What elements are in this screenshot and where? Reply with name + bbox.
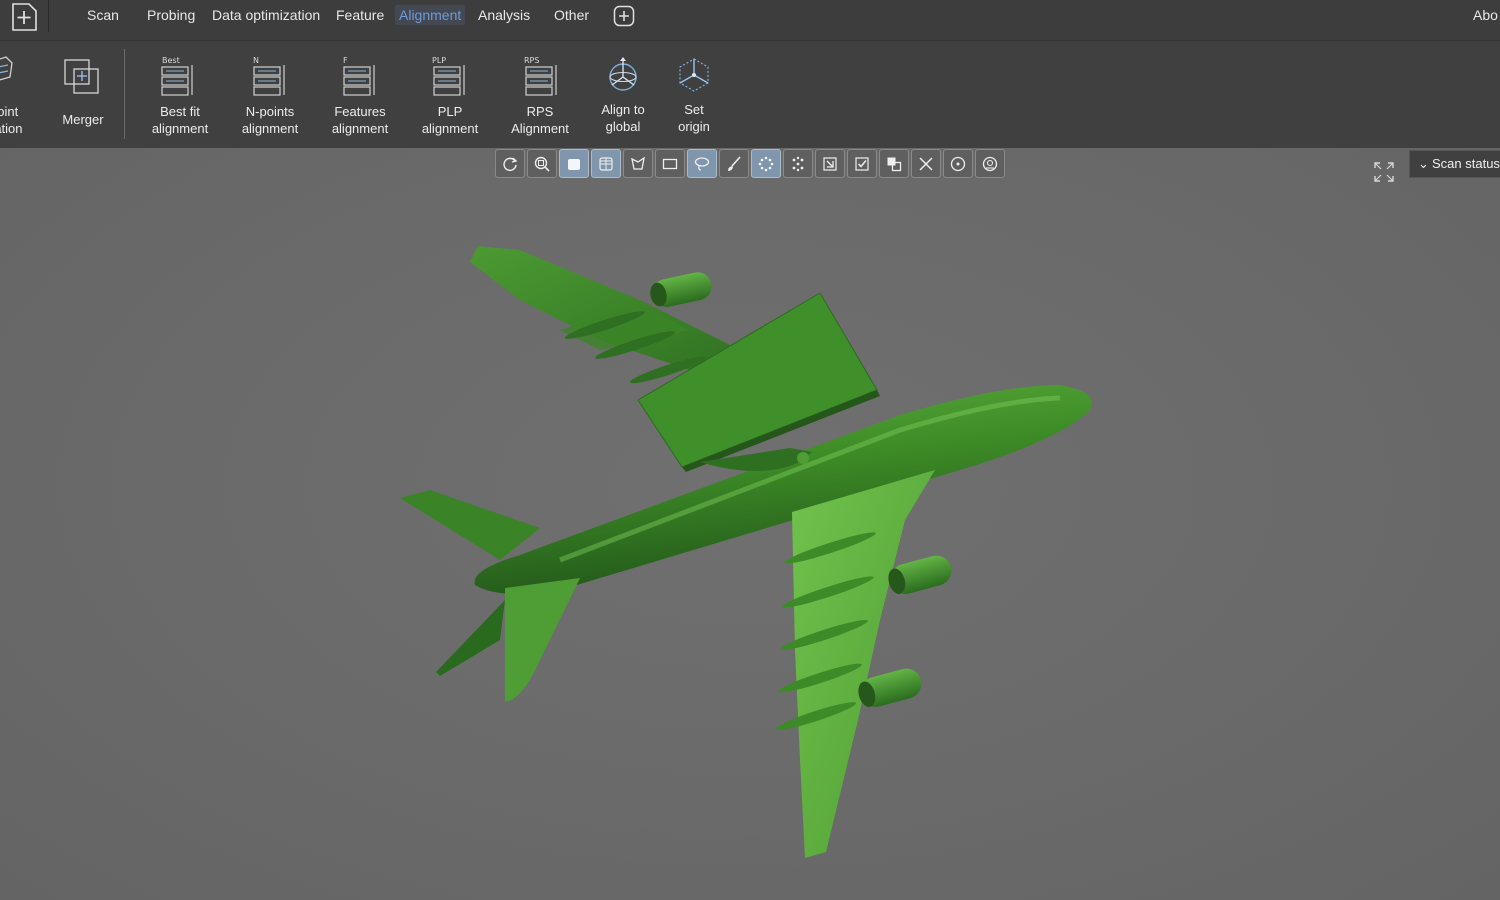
best-fit-alignment-icon: Best <box>161 56 193 96</box>
menu-bar: Scan Probing Data optimization Feature A… <box>0 0 1500 40</box>
new-document-icon <box>12 3 37 31</box>
solid-shading-icon <box>568 158 580 170</box>
rps-alignment-tool[interactable]: RPS RPS Alignment <box>504 41 576 149</box>
polygon-select-button[interactable] <box>623 149 653 178</box>
rectangle-select-icon <box>662 158 678 169</box>
brush-select-button[interactable] <box>719 149 749 178</box>
view-toolbar <box>495 149 1007 180</box>
menu-data-optimization[interactable]: Data optimization <box>210 7 322 23</box>
brush-select-icon <box>728 155 741 171</box>
menu-other[interactable]: Other <box>552 7 591 23</box>
svg-text:PLP: PLP <box>432 56 446 65</box>
tool-label: alignment <box>151 121 209 136</box>
best-fit-alignment-tool[interactable]: Best Best fit alignment <box>144 41 216 149</box>
rectangle-select-button[interactable] <box>655 149 685 178</box>
set-origin-tool[interactable]: Set origin <box>664 41 724 149</box>
antenna-bump <box>797 452 809 464</box>
target-icon <box>982 156 998 171</box>
menu-about[interactable]: Abo <box>1473 7 1498 23</box>
left-stabilizer <box>400 490 540 560</box>
tool-label: Alignment <box>511 121 569 136</box>
center-icon <box>950 156 966 171</box>
tool-label: ration <box>0 121 23 136</box>
svg-text:Best: Best <box>162 56 180 65</box>
clone-icon <box>887 157 902 171</box>
polygon-select-icon <box>631 156 645 170</box>
add-tab-icon[interactable] <box>613 5 635 27</box>
zoom-fit-icon <box>534 156 550 172</box>
ribbon-toolbar: point ration Merger Best Best fit alignm… <box>0 40 1500 149</box>
delete-button[interactable] <box>911 149 941 178</box>
wireframe-icon <box>599 156 613 171</box>
airplane-scan-model[interactable] <box>0 148 1500 900</box>
tool-label: N-points <box>245 104 295 119</box>
plp-alignment-tool[interactable]: PLP PLP alignment <box>414 41 486 149</box>
select-through-button[interactable] <box>815 149 845 178</box>
svg-text:N: N <box>253 56 259 65</box>
tool-label: RPS <box>526 104 554 119</box>
features-alignment-tool[interactable]: F Features alignment <box>324 41 396 149</box>
tool-label: origin <box>678 119 710 134</box>
tool-label: alignment <box>241 121 299 136</box>
tool-label: alignment <box>331 121 389 136</box>
delete-icon <box>919 156 933 171</box>
clone-button[interactable] <box>879 149 909 178</box>
lasso-select-button[interactable] <box>687 149 717 178</box>
tool-label: global <box>605 119 641 134</box>
new-document-button[interactable] <box>0 0 49 32</box>
merger-tool[interactable]: Merger <box>52 41 114 149</box>
plp-alignment-icon: PLP <box>432 56 465 96</box>
align-to-global-tool[interactable]: Align to global <box>592 41 654 149</box>
menu-analysis[interactable]: Analysis <box>476 7 532 23</box>
n-points-alignment-tool[interactable]: N N-points alignment <box>234 41 306 149</box>
n-points-alignment-icon: N <box>253 56 285 96</box>
center-button[interactable] <box>943 149 973 178</box>
confirm-button[interactable] <box>847 149 877 178</box>
wireframe-button[interactable] <box>591 149 621 178</box>
ribbon-divider <box>124 49 125 139</box>
tool-label: PLP <box>437 104 463 119</box>
select-through-icon <box>823 156 837 171</box>
tool-label: point <box>0 104 19 119</box>
svg-text:RPS: RPS <box>524 56 539 65</box>
tool-label: Align to <box>601 102 645 117</box>
lasso-select-icon <box>694 156 710 171</box>
left-engine <box>650 272 712 307</box>
lower-stabilizer <box>505 578 580 702</box>
tool-label: Best fit <box>160 104 200 119</box>
grid-points-button[interactable] <box>783 149 813 178</box>
right-inner-engine <box>888 555 952 594</box>
menu-alignment[interactable]: Alignment <box>395 5 466 25</box>
chevron-down-icon: ⌄ <box>1418 156 1429 171</box>
right-wing <box>792 470 935 858</box>
menu-probing[interactable]: Probing <box>145 7 197 23</box>
tool-label: Merger <box>62 112 104 127</box>
scan-status-panel[interactable]: ⌄ Scan status <box>1409 150 1500 178</box>
point-registration-tool[interactable]: point ration <box>0 41 40 149</box>
features-alignment-icon: F <box>343 56 375 96</box>
menu-scan[interactable]: Scan <box>85 7 121 23</box>
tool-label: Features <box>334 104 386 119</box>
point-select-icon <box>758 156 774 171</box>
zoom-fit-button[interactable] <box>527 149 557 178</box>
menu-feature[interactable]: Feature <box>334 7 386 23</box>
svg-text:F: F <box>343 56 348 65</box>
rotate-button[interactable] <box>495 149 525 178</box>
point-select-button[interactable] <box>751 149 781 178</box>
grid-points-icon <box>792 156 804 171</box>
target-button[interactable] <box>975 149 1005 178</box>
vertical-fin <box>436 600 505 676</box>
tool-label: Set <box>684 102 704 117</box>
solid-shading-button[interactable] <box>559 149 589 178</box>
merger-icon <box>64 59 99 94</box>
scan-status-label: Scan status <box>1432 156 1500 171</box>
confirm-icon <box>855 156 869 171</box>
tool-label: alignment <box>421 121 479 136</box>
align-to-global-icon <box>609 57 637 91</box>
fullscreen-icon[interactable] <box>1372 160 1396 184</box>
set-origin-icon <box>679 58 709 92</box>
rotate-icon <box>503 157 518 171</box>
rps-alignment-icon: RPS <box>524 56 557 96</box>
point-registration-icon <box>0 56 13 81</box>
